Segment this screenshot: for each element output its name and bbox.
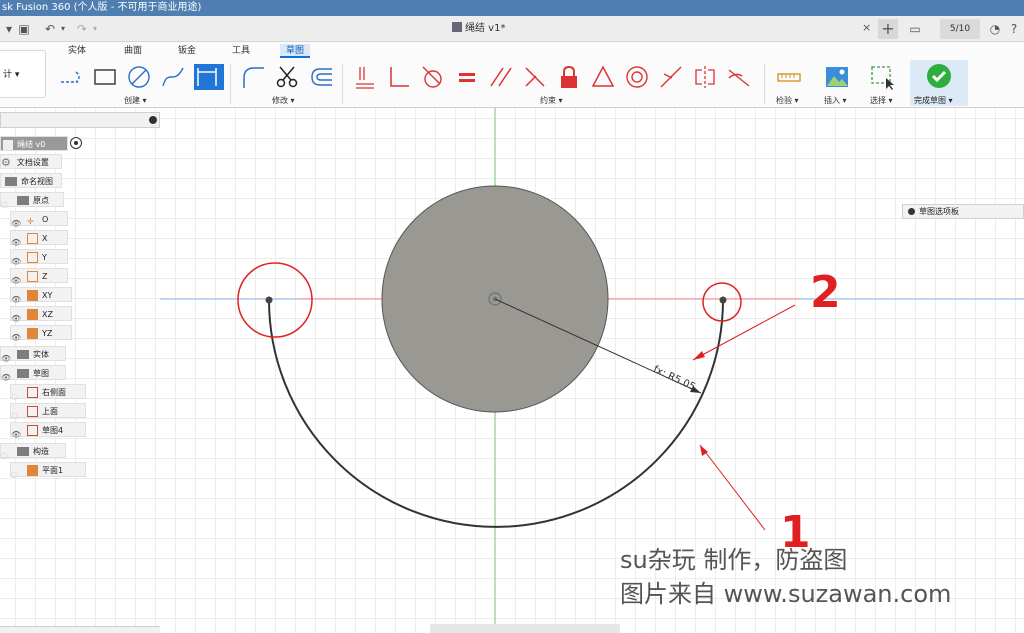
watermark-line-2: 图片来自 www.suzawan.com bbox=[620, 580, 952, 608]
annotation-arrowhead-2 bbox=[693, 351, 705, 360]
arc-endpoint-left[interactable] bbox=[265, 296, 273, 304]
annotation-circle-left bbox=[237, 262, 313, 338]
comments-panel-header[interactable] bbox=[0, 626, 160, 633]
watermark-line-1: su杂玩 制作，防盗图 bbox=[620, 546, 848, 574]
annotation-label-2: 2 bbox=[810, 267, 841, 318]
activate-radio-icon[interactable] bbox=[70, 137, 82, 149]
navigation-toolbar[interactable] bbox=[430, 624, 620, 633]
arc-endpoint-right[interactable] bbox=[719, 296, 727, 304]
sketch-graphics bbox=[160, 108, 1024, 633]
annotation-arrow-1 bbox=[699, 444, 766, 531]
fusion-360-window: fx: R5.05 2 1 su杂玩 制作，防盗图 图片来自 www.suzaw… bbox=[0, 0, 1024, 633]
annotation-arrow-2 bbox=[692, 304, 796, 361]
